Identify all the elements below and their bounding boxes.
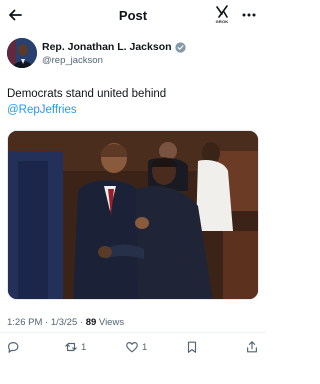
views-count: 89 (85, 317, 97, 328)
top-bar: Post GROK (0, 0, 266, 30)
author-name[interactable]: Rep. Jonathan L. Jackson (42, 41, 172, 53)
tweet-meta: 1:26 PM · 1/3/25 · 89 Views (7, 317, 124, 328)
timestamp[interactable]: 1:26 PM · 1/3/25 · (7, 317, 86, 328)
author-name-row[interactable]: Rep. Jonathan L. Jackson (42, 41, 186, 53)
views-label: Views (96, 317, 125, 328)
mention-link[interactable]: @RepJeffries (7, 102, 257, 118)
like-button[interactable]: 1 (125, 339, 147, 355)
grok-label: GROK (215, 19, 229, 24)
reply-icon (8, 342, 19, 353)
like-count: 1 (142, 341, 148, 353)
bookmark-button[interactable] (185, 339, 199, 355)
retweet-icon (65, 342, 77, 352)
verified-badge-icon (174, 41, 186, 53)
tweet-photo[interactable] (7, 130, 259, 300)
grok-icon[interactable]: GROK (215, 5, 229, 25)
divider (0, 332, 266, 333)
author-handle[interactable]: @rep_jackson (42, 55, 103, 66)
more-icon[interactable] (240, 6, 258, 24)
tweet-text: Democrats stand united behind @RepJeffri… (7, 86, 257, 118)
bookmark-icon (187, 341, 197, 353)
avatar[interactable] (7, 38, 37, 68)
tweet-body: Democrats stand united behind (7, 88, 167, 100)
share-button[interactable] (245, 339, 259, 355)
retweet-count: 1 (81, 341, 87, 353)
reply-button[interactable] (6, 339, 20, 355)
retweet-button[interactable]: 1 (64, 339, 86, 355)
share-icon (247, 341, 257, 353)
action-bar: 1 1 (0, 339, 266, 355)
like-icon (126, 342, 138, 353)
